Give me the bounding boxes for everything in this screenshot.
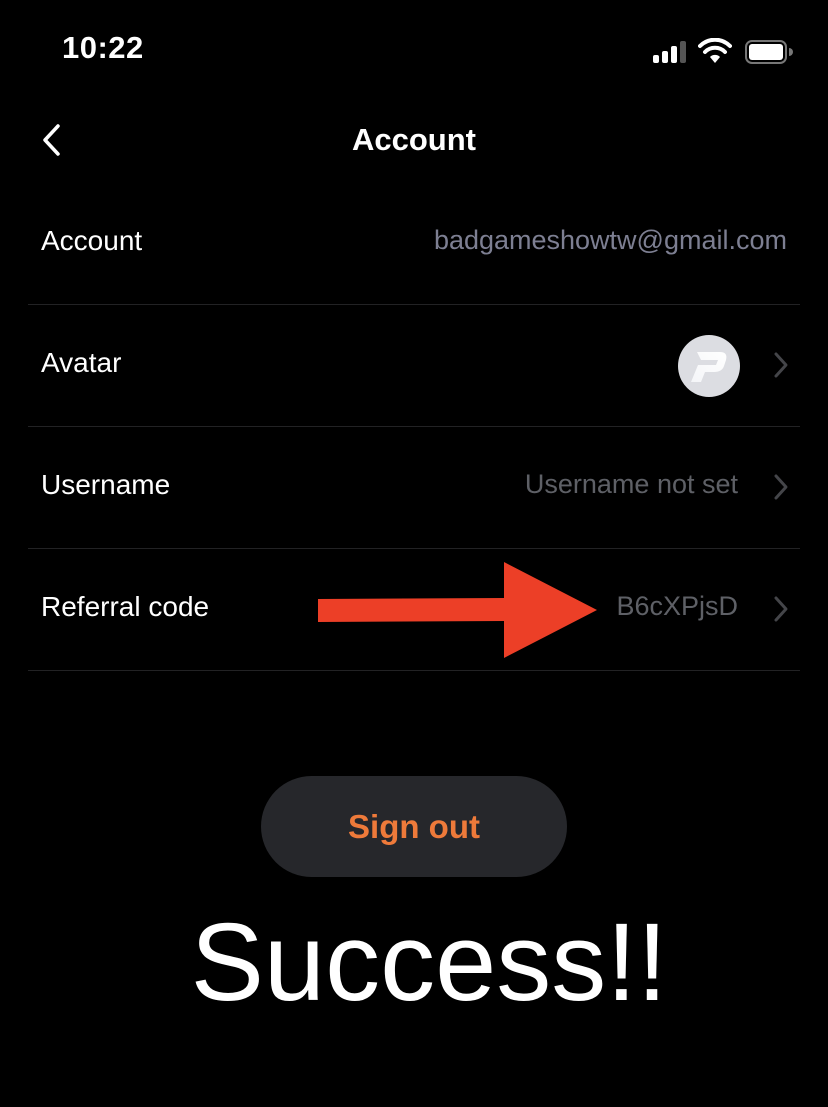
cellular-signal-icon xyxy=(653,41,693,63)
sign-out-button[interactable]: Sign out xyxy=(261,776,567,877)
username-row[interactable]: Username Username not set xyxy=(28,427,800,549)
avatar[interactable] xyxy=(678,335,740,397)
status-time: 10:22 xyxy=(62,30,144,65)
referral-code-value: B6cXPjsD xyxy=(616,591,738,621)
avatar-row[interactable]: Avatar xyxy=(28,305,800,427)
row-label: Referral code xyxy=(41,591,210,622)
battery-icon xyxy=(745,40,793,64)
account-email-row: Account badgameshowtw@gmail.com xyxy=(28,183,800,305)
row-label: Account xyxy=(41,225,143,256)
username-value: Username not set xyxy=(524,469,738,499)
status-bar: 10:22 xyxy=(0,0,828,100)
success-annotation: Success!! xyxy=(190,901,668,1024)
nav-bar: Account xyxy=(0,100,828,183)
row-label: Avatar xyxy=(41,347,122,378)
red-arrow-right-icon xyxy=(318,562,597,658)
chevron-right-icon xyxy=(774,596,788,622)
chevron-right-icon xyxy=(774,352,788,378)
page-title: Account xyxy=(352,122,476,157)
row-label: Username xyxy=(41,469,171,500)
account-email-value: badgameshowtw@gmail.com xyxy=(433,225,787,255)
app-logo-p-icon xyxy=(691,352,727,382)
chevron-right-icon xyxy=(774,474,788,500)
wifi-icon xyxy=(698,38,732,63)
